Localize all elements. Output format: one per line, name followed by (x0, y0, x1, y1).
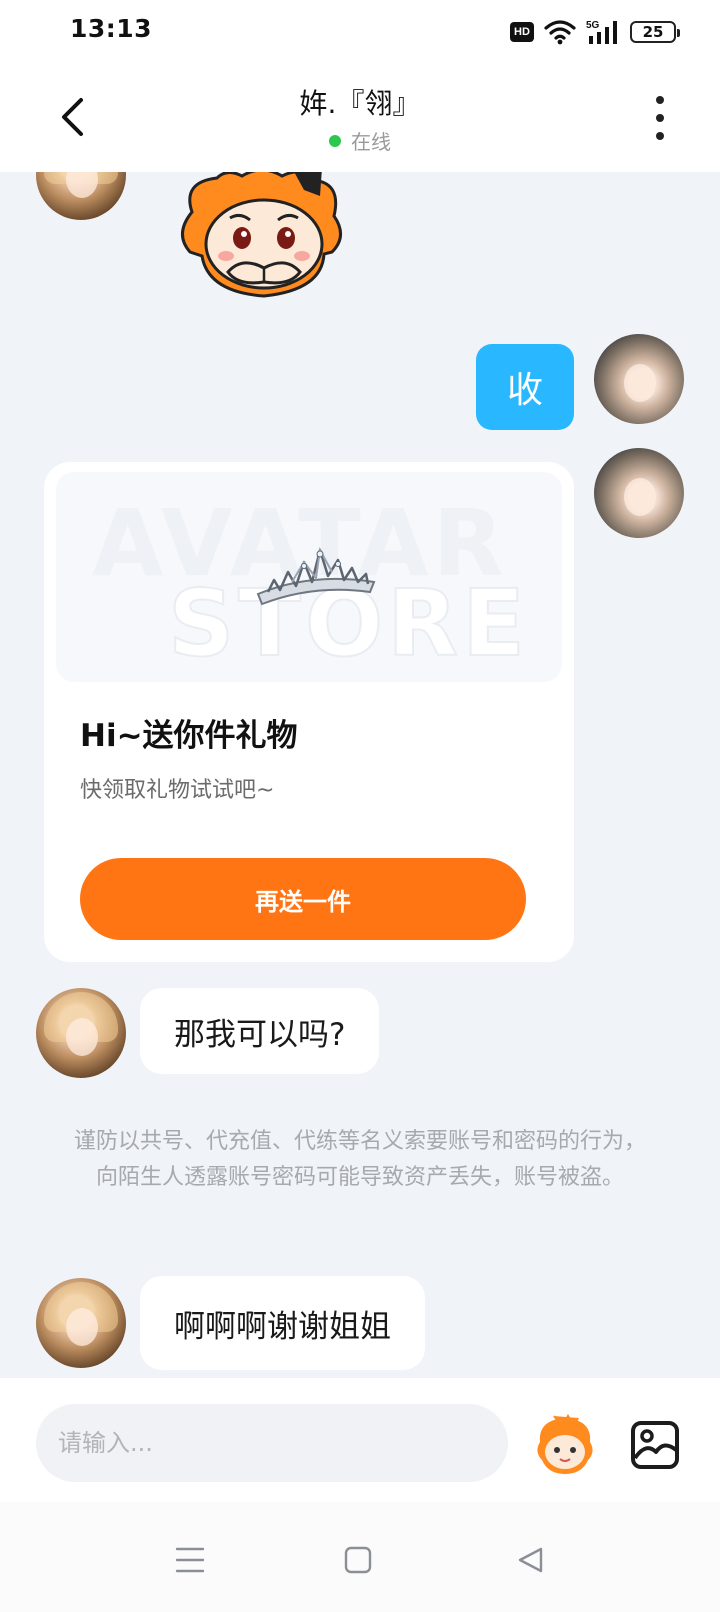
contact-avatar[interactable] (36, 1278, 126, 1368)
more-vertical-icon (656, 96, 664, 104)
contact-avatar[interactable] (36, 172, 126, 220)
received-message-bubble[interactable]: 那我可以吗? (140, 988, 380, 1074)
avatar-face (624, 364, 656, 402)
home-button[interactable] (338, 1540, 378, 1580)
avatar-face (66, 1018, 98, 1056)
online-status: 在线 (0, 126, 720, 155)
my-avatar[interactable] (594, 334, 684, 424)
tiara-gift-icon (256, 546, 376, 606)
gift-card-message[interactable]: AVATAR STORE Hi~送你件礼物 快领取礼物试试吧~ 再送一件 (44, 462, 574, 962)
network-type-label: 5G (586, 20, 600, 31)
sent-message-text: 收 (506, 370, 543, 411)
more-dot (656, 114, 664, 122)
gift-banner: AVATAR STORE (56, 472, 562, 682)
sticker-emoji-icon[interactable] (532, 1412, 598, 1478)
home-square-icon (344, 1546, 372, 1574)
received-message-text: 啊啊啊谢谢姐姐 (174, 1308, 391, 1345)
signal-icon: 5G (586, 20, 617, 44)
wifi-icon (544, 20, 576, 45)
sticker-message[interactable] (172, 172, 352, 300)
battery-icon: 25 (630, 21, 680, 43)
more-options-button[interactable] (648, 96, 672, 140)
contact-avatar[interactable] (36, 988, 126, 1078)
gift-subtitle: 快领取礼物试试吧~ (80, 778, 275, 803)
chat-screen: 13:13 HD 5G 25 姩.『翎』 在线 收 AVATAR STORE H… (0, 0, 720, 1612)
message-input[interactable] (36, 1404, 508, 1482)
more-dot (656, 132, 664, 140)
avatar-face (66, 1308, 98, 1346)
gift-title: Hi~送你件礼物 (80, 718, 298, 754)
received-message-bubble[interactable]: 啊啊啊谢谢姐姐 (140, 1276, 425, 1370)
chat-header: 姩.『翎』 在线 (0, 62, 720, 172)
battery-level: 25 (642, 23, 664, 41)
avatar-face (624, 478, 656, 516)
status-icons: HD 5G 25 (510, 18, 680, 46)
recent-apps-button[interactable] (170, 1540, 210, 1580)
received-message-text: 那我可以吗? (174, 1016, 346, 1053)
hd-icon: HD (510, 22, 534, 42)
send-another-gift-button[interactable]: 再送一件 (80, 858, 526, 940)
avatar-face (66, 172, 98, 198)
sent-message-bubble[interactable]: 收 (476, 344, 574, 430)
status-time: 13:13 (70, 14, 153, 43)
system-navigation-bar (0, 1502, 720, 1612)
message-input-bar (0, 1378, 720, 1502)
security-warning: 谨防以共号、代充值、代练等名义索要账号和密码的行为，向陌生人透露账号密码可能导致… (73, 1129, 646, 1190)
message-list[interactable]: 收 AVATAR STORE Hi~送你件礼物 快领取礼物试试吧~ 再送一件 那… (0, 172, 720, 1378)
back-triangle-icon (518, 1547, 543, 1573)
status-bar: 13:13 HD 5G 25 (0, 0, 720, 62)
image-icon[interactable] (630, 1420, 680, 1470)
online-status-label: 在线 (351, 130, 391, 154)
contact-name: 姩.『翎』 (299, 87, 421, 120)
my-avatar[interactable] (594, 448, 684, 538)
online-dot-icon (329, 134, 341, 147)
menu-icon (175, 1547, 205, 1573)
system-back-button[interactable] (510, 1540, 550, 1580)
